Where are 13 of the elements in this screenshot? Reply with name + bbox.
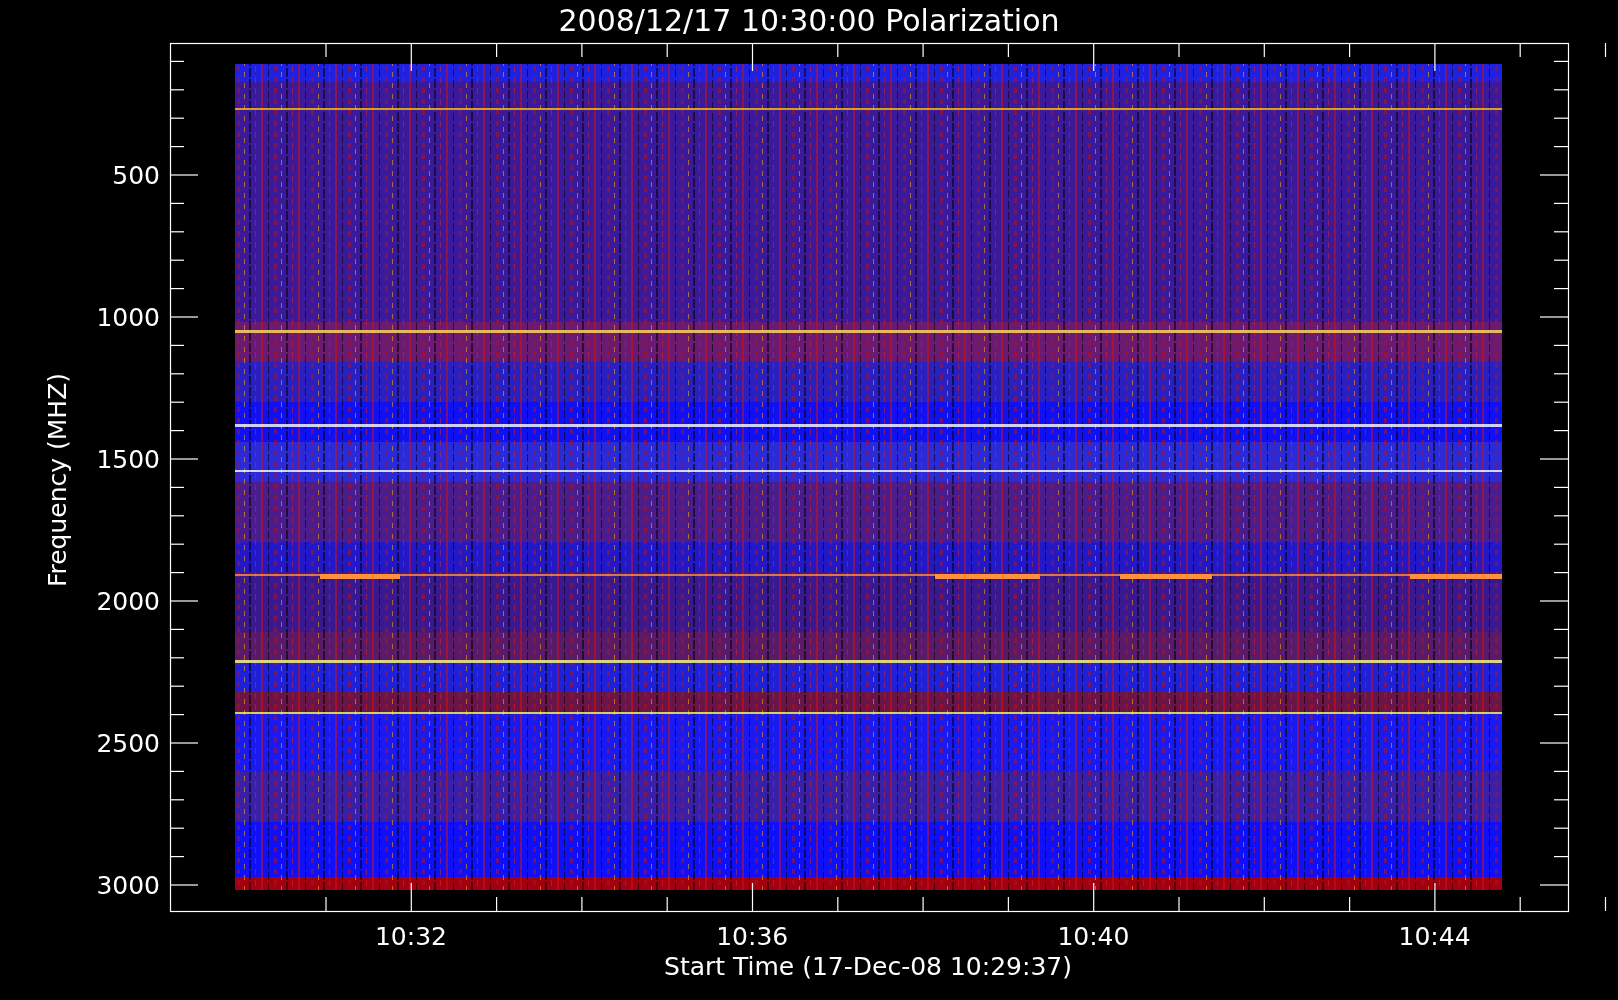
y-tick-label: 500 [112, 161, 160, 190]
x-tick-label: 10:36 [716, 922, 789, 951]
y-tick-label: 3000 [96, 871, 160, 900]
y-tick-label: 2500 [96, 729, 160, 758]
y-tick-label: 1500 [96, 445, 160, 474]
y-tick-label: 1000 [96, 303, 160, 332]
x-tick-label: 10:44 [1398, 922, 1471, 951]
x-tick-label: 10:40 [1057, 922, 1130, 951]
y-axis-label: Frequency (MHZ) [43, 372, 72, 588]
x-axis-label: Start Time (17-Dec-08 10:29:37) [664, 952, 1072, 981]
y-tick-label: 2000 [96, 587, 160, 616]
chart-title: 2008/12/17 10:30:00 Polarization [558, 3, 1060, 38]
x-tick-label: 10:32 [375, 922, 447, 951]
